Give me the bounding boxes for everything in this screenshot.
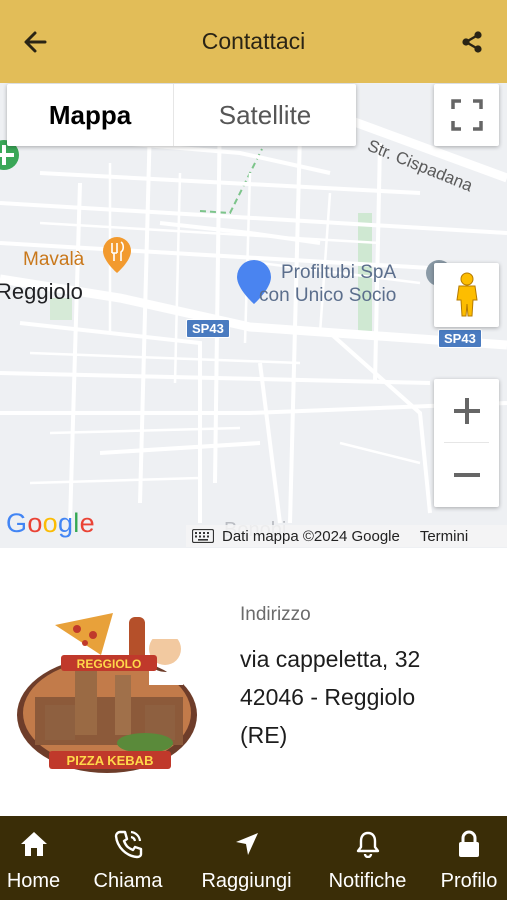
- nav-item-chiama[interactable]: Chiama: [67, 816, 189, 900]
- contact-info-section: REGGIOLO PIZZA KEBAB Indirizzo via cappe…: [0, 548, 507, 816]
- map-type-control: Mappa Satellite: [7, 84, 356, 146]
- bottom-navigation: Home Chiama Raggiungi Notifiche Profilo: [0, 816, 507, 900]
- nav-label-home: Home: [6, 870, 61, 892]
- map-roads: [0, 102, 507, 524]
- town-label: Reggiolo: [0, 279, 83, 304]
- share-button[interactable]: [457, 27, 487, 57]
- address-text: via cappeletta, 32 42046 - Reggiolo (RE): [240, 640, 490, 754]
- google-map[interactable]: Str. Cispadana Mavalà Reggiolo Profiltub…: [0, 83, 507, 548]
- road-shield-left: SP43: [186, 319, 230, 338]
- maptype-mappa-button[interactable]: Mappa: [7, 84, 173, 146]
- back-button[interactable]: [20, 27, 50, 57]
- nav-item-notifiche[interactable]: Notifiche: [304, 816, 431, 900]
- lock-icon: [459, 830, 479, 857]
- google-logo[interactable]: Google: [6, 508, 95, 539]
- top-app-bar: Contattaci: [0, 0, 507, 83]
- zoom-control: [434, 379, 499, 507]
- share-icon: [462, 31, 482, 53]
- nav-label-notifiche: Notifiche: [328, 870, 407, 892]
- maptype-satellite-button[interactable]: Satellite: [173, 84, 356, 146]
- address-line-street: via cappeletta, 32: [240, 646, 421, 672]
- address-line-city: 42046 - Reggiolo: [240, 684, 416, 710]
- logo-top-text: REGGIOLO: [77, 657, 142, 671]
- restaurant-logo: REGGIOLO PIZZA KEBAB: [17, 613, 197, 773]
- bell-icon: [356, 831, 379, 858]
- logo-bottom-text: PIZZA KEBAB: [67, 753, 154, 768]
- poi-label-line1: Profiltubi SpA: [281, 262, 397, 283]
- page-title: Contattaci: [201, 28, 306, 54]
- nav-label-raggiungi: Raggiungi: [201, 870, 292, 892]
- nav-item-raggiungi[interactable]: Raggiungi: [189, 816, 304, 900]
- nav-label-profilo: Profilo: [440, 870, 498, 892]
- zoom-divider: [444, 442, 489, 443]
- place-label-mavala: Mavalà: [23, 249, 85, 270]
- fullscreen-button[interactable]: [434, 84, 499, 146]
- home-icon: [20, 832, 47, 856]
- map-attribution-bar: Dati mappa ©2024 Google Termini: [186, 525, 507, 547]
- phone-icon: [114, 830, 143, 859]
- road-shield-right: SP43: [438, 329, 482, 348]
- nav-item-home[interactable]: Home: [0, 816, 67, 900]
- zoom-out-button[interactable]: [434, 443, 499, 507]
- address-line-province: (RE): [240, 722, 288, 748]
- nav-label-chiama: Chiama: [93, 870, 163, 892]
- terms-link[interactable]: Termini: [420, 528, 468, 545]
- map-data-attribution[interactable]: Dati mappa ©2024 Google: [222, 528, 400, 545]
- address-label: Indirizzo: [240, 604, 311, 625]
- zoom-in-button[interactable]: [434, 379, 499, 443]
- fullscreen-icon: [450, 99, 483, 131]
- arrow-left-icon: [24, 31, 47, 53]
- pegman-icon: [455, 272, 478, 317]
- street-view-pegman-button[interactable]: [434, 263, 499, 327]
- navigation-arrow-icon: [235, 833, 258, 855]
- zoom-out-icon: [453, 473, 480, 477]
- app-screen: Contattaci Str. Cispadana Mavalà Reggiol…: [0, 0, 507, 900]
- poi-label-line2: con Unico Socio: [259, 285, 397, 306]
- keyboard-shortcuts-icon[interactable]: [192, 529, 214, 543]
- nav-item-profilo[interactable]: Profilo: [431, 816, 507, 900]
- zoom-in-icon: [453, 398, 480, 424]
